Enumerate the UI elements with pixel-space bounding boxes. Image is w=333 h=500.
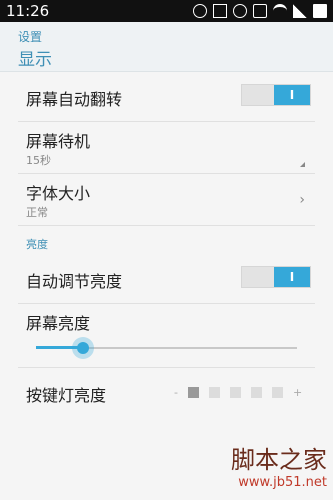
setting-row-brightness: 屏幕亮度 — [18, 304, 315, 368]
wifi-icon — [273, 4, 287, 18]
brightness-slider-thumb[interactable] — [72, 337, 94, 359]
status-time: 11:26 — [6, 2, 50, 20]
screen-timeout-label: 屏幕待机 — [26, 132, 91, 151]
auto-brightness-toggle[interactable]: I — [241, 266, 311, 288]
auto-rotate-toggle[interactable]: I — [241, 84, 311, 106]
header: 设置 显示 — [0, 22, 333, 72]
status-bar: 11:26 — [0, 0, 333, 22]
breadcrumb[interactable]: 设置 — [18, 28, 42, 45]
brightness-label: 屏幕亮度 — [26, 314, 91, 333]
phone-icon — [253, 4, 267, 18]
section-title-brightness: 亮度 — [26, 238, 48, 251]
battery-icon — [313, 4, 327, 18]
chevron-right-icon: › — [299, 192, 305, 208]
key-light-step-3[interactable] — [229, 387, 241, 398]
setting-row-auto-rotate[interactable]: 屏幕自动翻转 I — [18, 72, 315, 122]
key-light-step-4[interactable] — [250, 387, 262, 398]
key-light-step-2[interactable] — [208, 387, 220, 398]
key-light-step-5[interactable] — [271, 387, 283, 398]
font-size-value: 正常 — [26, 206, 48, 219]
grid-icon — [213, 4, 227, 18]
message-icon — [193, 4, 207, 18]
font-size-label: 字体大小 — [26, 184, 91, 203]
key-light-label: 按键灯亮度 — [26, 386, 107, 405]
watermark: 脚本之家 www.jb51.net — [231, 440, 327, 490]
auto-brightness-label: 自动调节亮度 — [26, 272, 123, 291]
key-light-plus[interactable]: + — [293, 386, 302, 399]
status-icons — [193, 4, 327, 18]
screen-timeout-value: 15秒 — [26, 154, 51, 167]
setting-row-font-size[interactable]: 字体大小 正常 › — [18, 174, 315, 226]
watermark-main: 脚本之家 — [231, 446, 327, 474]
key-light-minus[interactable]: - — [174, 386, 178, 399]
key-light-level[interactable]: - + — [174, 386, 302, 399]
setting-row-auto-brightness[interactable]: 自动调节亮度 I — [18, 252, 315, 304]
toggle-knob: I — [274, 267, 310, 287]
key-light-step-1[interactable] — [187, 387, 199, 398]
alarm-icon — [233, 4, 247, 18]
setting-row-screen-timeout[interactable]: 屏幕待机 15秒 — [18, 122, 315, 174]
signal-icon — [293, 4, 307, 18]
toggle-knob: I — [274, 85, 310, 105]
auto-rotate-label: 屏幕自动翻转 — [26, 90, 123, 109]
dropdown-corner-icon — [300, 162, 305, 167]
page-title: 显示 — [18, 50, 52, 70]
watermark-url: www.jb51.net — [238, 475, 327, 490]
